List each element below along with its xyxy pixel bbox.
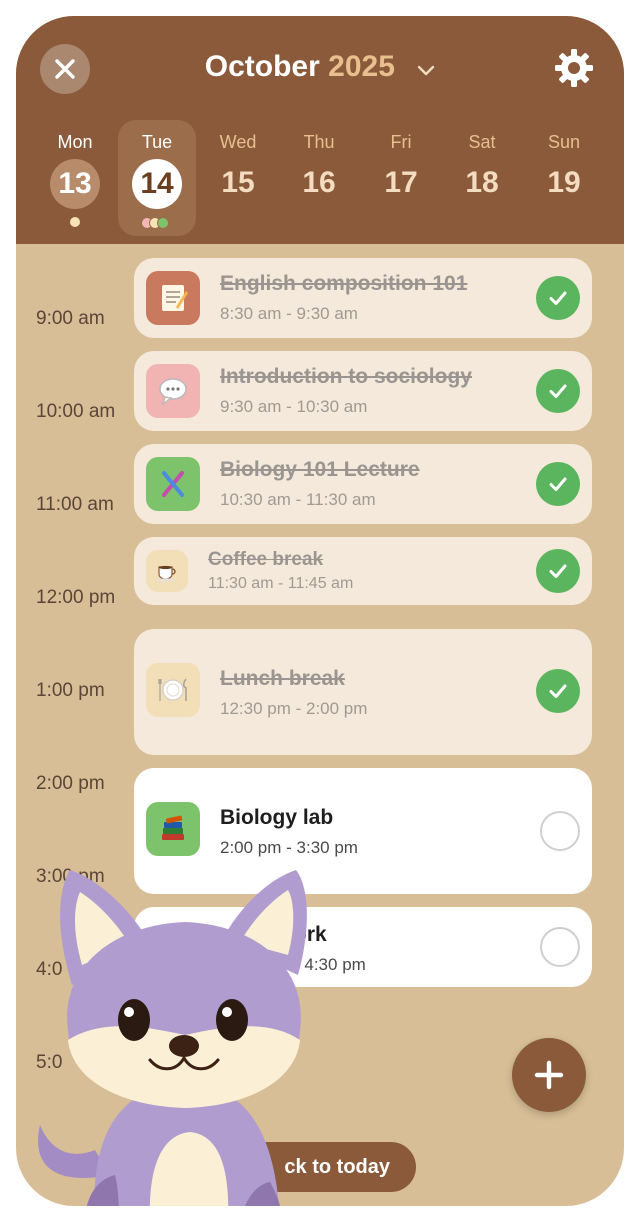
plate-icon bbox=[146, 663, 200, 717]
planner-screen: October 2025 Mon 13 Tue 14 Wed 15 Thu 16… bbox=[16, 16, 624, 1206]
event-title: Introduction to sociology bbox=[220, 365, 472, 388]
event-card[interactable]: Biology 101 Lecture 10:30 am - 11:30 am bbox=[134, 444, 592, 524]
completed-check-button[interactable] bbox=[536, 369, 580, 413]
time-label: 5:0 bbox=[36, 1052, 63, 1073]
event-time: 11:30 am - 11:45 am bbox=[208, 575, 354, 592]
header: October 2025 Mon 13 Tue 14 Wed 15 Thu 16… bbox=[16, 16, 624, 244]
time-label: 4:0 bbox=[36, 959, 63, 980]
dna-icon bbox=[146, 457, 200, 511]
coffee-icon bbox=[146, 550, 188, 592]
day-fri[interactable]: Fri 17 bbox=[362, 120, 440, 236]
day-number: 14 bbox=[132, 159, 182, 209]
day-name: Sat bbox=[468, 132, 496, 152]
time-label: 2:00 pm bbox=[36, 773, 105, 794]
event-title: Biology 101 Lecture bbox=[220, 458, 420, 481]
event-title: English composition 101 bbox=[220, 272, 468, 295]
day-name: Mon bbox=[57, 132, 93, 152]
back-to-today-button[interactable]: ck to today bbox=[206, 1142, 416, 1192]
event-time: 9:30 am - 10:30 am bbox=[220, 397, 368, 416]
check-icon bbox=[549, 291, 567, 305]
event-card[interactable]: Introduction to sociology 9:30 am - 10:3… bbox=[134, 351, 592, 431]
memo-icon bbox=[146, 271, 200, 325]
day-name: Thu bbox=[303, 132, 335, 152]
gear-icon bbox=[555, 49, 593, 87]
day-number: 15 bbox=[221, 166, 255, 199]
day-name: Wed bbox=[219, 132, 257, 152]
day-sat[interactable]: Sat 18 bbox=[443, 120, 521, 236]
event-card[interactable]: Biology lab 2:00 pm - 3:30 pm bbox=[134, 768, 592, 894]
event-title: Biology lab bbox=[220, 806, 334, 829]
completed-check-button[interactable] bbox=[536, 549, 580, 593]
day-thu[interactable]: Thu 16 bbox=[280, 120, 358, 236]
incomplete-check-button[interactable] bbox=[540, 811, 580, 851]
day-number: 16 bbox=[302, 166, 336, 199]
event-title: ork bbox=[294, 923, 327, 946]
event-time: 10:30 am - 11:30 am bbox=[220, 490, 376, 509]
settings-button[interactable] bbox=[552, 46, 596, 90]
event-time: 2:00 pm - 3:30 pm bbox=[220, 838, 358, 857]
back-to-today-label: ck to today bbox=[284, 1155, 390, 1178]
week-strip: Mon 13 Tue 14 Wed 15 Thu 16 Fri 17 Sat 1… bbox=[16, 120, 624, 240]
day-number: 17 bbox=[384, 166, 418, 199]
books-icon bbox=[146, 802, 200, 856]
event-time: - 4:30 pm bbox=[294, 955, 366, 974]
event-dots bbox=[141, 217, 173, 229]
day-name: Tue bbox=[141, 132, 173, 152]
event-card[interactable]: Lunch break 12:30 pm - 2:00 pm bbox=[134, 629, 592, 755]
plus-icon bbox=[534, 1060, 564, 1090]
check-icon bbox=[549, 684, 567, 698]
day-sun[interactable]: Sun 19 bbox=[525, 120, 603, 236]
add-event-button[interactable] bbox=[512, 1038, 586, 1112]
check-icon bbox=[549, 564, 567, 578]
chevron-down-icon bbox=[417, 51, 435, 85]
completed-check-button[interactable] bbox=[536, 669, 580, 713]
event-dot bbox=[70, 217, 80, 227]
day-tue[interactable]: Tue 14 bbox=[118, 120, 196, 236]
event-card[interactable]: Coffee break 11:30 am - 11:45 am bbox=[134, 537, 592, 605]
incomplete-check-button[interactable] bbox=[540, 927, 580, 967]
event-card[interactable]: ork - 4:30 pm bbox=[134, 907, 592, 987]
day-mon[interactable]: Mon 13 bbox=[36, 120, 114, 236]
check-icon bbox=[549, 477, 567, 491]
speech-bubble-icon bbox=[146, 364, 200, 418]
completed-check-button[interactable] bbox=[536, 462, 580, 506]
day-name: Sun bbox=[547, 132, 581, 152]
event-title: Lunch break bbox=[220, 667, 345, 690]
day-wed[interactable]: Wed 15 bbox=[199, 120, 277, 236]
event-time: 8:30 am - 9:30 am bbox=[220, 304, 358, 323]
check-icon bbox=[549, 384, 567, 398]
day-number: 13 bbox=[50, 159, 100, 209]
time-label: 3:00 pm bbox=[36, 866, 105, 887]
time-label: 11:00 am bbox=[36, 494, 114, 515]
month-selector[interactable]: October 2025 bbox=[16, 50, 624, 85]
time-label: 10:00 am bbox=[36, 401, 116, 422]
day-number: 19 bbox=[547, 166, 581, 199]
year-label: 2025 bbox=[328, 50, 395, 83]
event-time: 12:30 pm - 2:00 pm bbox=[220, 699, 368, 718]
day-number: 18 bbox=[465, 166, 499, 199]
time-label: 1:00 pm bbox=[36, 680, 105, 701]
event-title: Coffee break bbox=[208, 549, 324, 570]
event-card[interactable]: English composition 101 8:30 am - 9:30 a… bbox=[134, 258, 592, 338]
day-name: Fri bbox=[390, 132, 412, 152]
time-label: 12:00 pm bbox=[36, 587, 116, 608]
time-label: 9:00 am bbox=[36, 308, 105, 329]
completed-check-button[interactable] bbox=[536, 276, 580, 320]
month-label: October bbox=[204, 50, 320, 83]
